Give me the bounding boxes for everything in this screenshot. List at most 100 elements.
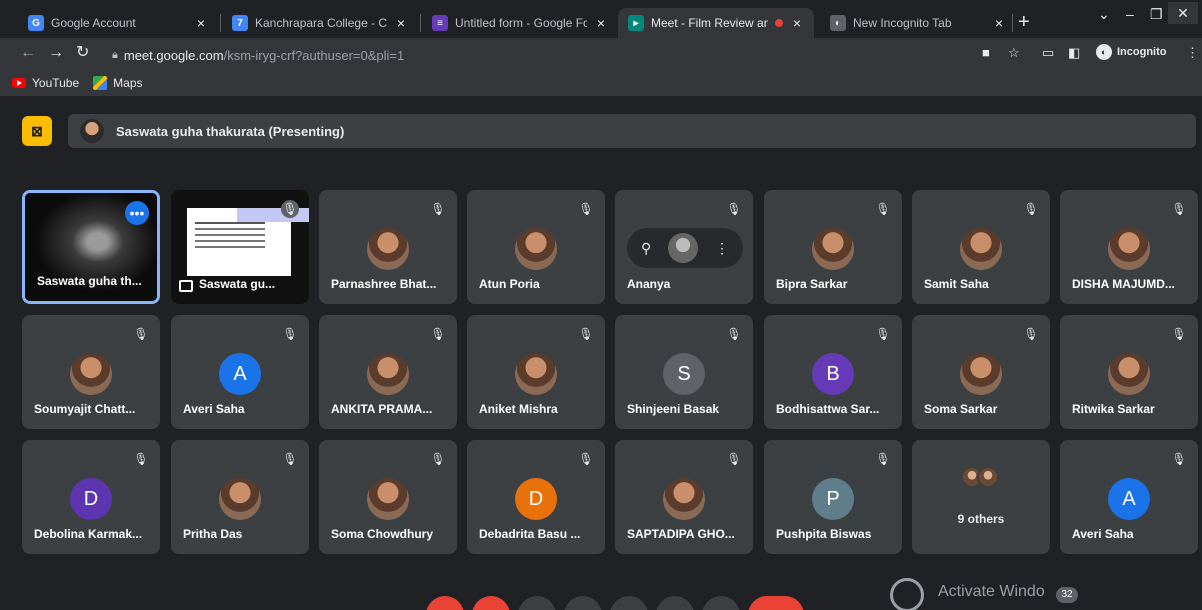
stop-presenting-icon[interactable]: ⊠ <box>22 116 52 146</box>
close-icon[interactable]: × <box>594 15 608 31</box>
forward-icon[interactable]: → <box>48 44 64 62</box>
more-options-icon[interactable]: ••• <box>125 201 149 225</box>
participant-name: Averi Saha <box>1072 527 1134 541</box>
participant-tile[interactable]: 🎙︎ ⚲ ⋮ Ananya <box>615 190 753 304</box>
participant-name: Soma Chowdhury <box>331 527 434 541</box>
key-icon <box>890 578 924 610</box>
close-icon[interactable]: × <box>194 15 208 31</box>
bookmark-star-icon[interactable]: ☆ <box>1008 45 1020 61</box>
close-icon[interactable]: × <box>394 15 408 31</box>
participant-tile[interactable]: 🎙︎ A Averi Saha <box>1060 440 1198 554</box>
mic-off-icon: 🎙︎ <box>1023 327 1039 341</box>
participant-name: Ritwika Sarkar <box>1072 402 1155 416</box>
mic-off-icon: 🎙︎ <box>726 327 742 341</box>
avatar-initial: S <box>663 353 705 395</box>
browser-toolbar: ← → ↻ 🔒︎ meet.google.com/ksm-iryg-crf?au… <box>0 38 1202 70</box>
participant-tile[interactable]: 🎙︎ Soumyajit Chatt... <box>22 315 160 429</box>
participant-tile[interactable]: 🎙︎ SAPTADIPA GHO... <box>615 440 753 554</box>
participant-tile[interactable]: 🎙︎ B Bodhisattwa Sar... <box>764 315 902 429</box>
avatar <box>367 228 409 270</box>
restore-icon[interactable]: ❐ <box>1150 6 1163 23</box>
menu-icon[interactable]: ⋮ <box>1186 45 1199 61</box>
back-icon[interactable]: ← <box>20 44 36 62</box>
forms-icon: ≡ <box>432 15 448 31</box>
mic-off-icon: 🎙︎ <box>430 452 446 466</box>
participant-tile[interactable]: 🎙︎ Bipra Sarkar <box>764 190 902 304</box>
camera-icon[interactable]: ■ <box>982 45 990 60</box>
participant-name: Bodhisattwa Sar... <box>776 402 880 416</box>
bookmark-youtube[interactable]: YouTube <box>12 76 79 90</box>
tab-meet[interactable]: ▸ Meet - Film Review and Ap × <box>618 8 814 38</box>
more-options-icon[interactable]: ⋮ <box>715 240 729 257</box>
participant-name: Soumyajit Chatt... <box>34 402 136 416</box>
participant-tile-screen-share[interactable]: 🎙︎ Saswata gu... <box>171 190 309 304</box>
mic-off-icon: 🎙︎ <box>1171 452 1187 466</box>
tab-calendar[interactable]: 7 Kanchrapara College - Calenda × <box>222 8 418 38</box>
maps-icon <box>93 76 108 90</box>
participant-tile[interactable]: 🎙︎ S Shinjeeni Basak <box>615 315 753 429</box>
participant-tile[interactable]: 🎙︎ Samit Saha <box>912 190 1050 304</box>
bookmark-maps[interactable]: Maps <box>93 76 143 90</box>
participant-count-badge[interactable]: 32 <box>1056 587 1078 603</box>
presenting-banner: Saswata guha thakurata (Presenting) <box>68 114 1196 148</box>
others-label: 9 others <box>957 512 1005 526</box>
participant-tile[interactable]: 🎙︎ DISHA MAJUMD... <box>1060 190 1198 304</box>
avatar <box>515 228 557 270</box>
tab-search-icon[interactable]: ⌄ <box>1098 6 1110 23</box>
participant-tile[interactable]: 🎙︎ Parnashree Bhat... <box>319 190 457 304</box>
participant-tile[interactable]: 🎙︎ Pritha Das <box>171 440 309 554</box>
tab-new-incognito[interactable]: ◐ New Incognito Tab × <box>820 8 1016 38</box>
present-button[interactable] <box>610 596 648 610</box>
participant-tile[interactable]: 🎙︎ D Debolina Karmak... <box>22 440 160 554</box>
more-options-button[interactable] <box>702 596 740 610</box>
participant-tile-others[interactable]: 9 others <box>912 440 1050 554</box>
participant-tile[interactable]: 🎙︎ A Averi Saha <box>171 315 309 429</box>
captions-button[interactable] <box>518 596 556 610</box>
incognito-indicator[interactable]: ◐ Incognito <box>1096 44 1167 60</box>
camera-toggle-button[interactable] <box>472 596 510 610</box>
close-icon[interactable]: × <box>992 15 1006 31</box>
participant-name: DISHA MAJUMD... <box>1072 277 1175 291</box>
avatar <box>70 353 112 395</box>
avatar-initial: D <box>515 478 557 520</box>
incognito-label: Incognito <box>1117 46 1167 58</box>
tab-title: Meet - Film Review and Ap <box>651 16 768 30</box>
avatar <box>219 478 261 520</box>
reload-icon[interactable]: ↻ <box>76 44 89 62</box>
cast-icon[interactable]: ▭ <box>1042 45 1054 61</box>
participant-tile[interactable]: 🎙︎ Ritwika Sarkar <box>1060 315 1198 429</box>
recording-icon <box>775 19 783 27</box>
new-tab-button[interactable]: + <box>1018 12 1030 32</box>
participant-tile[interactable]: 🎙︎ ANKITA PRAMA... <box>319 315 457 429</box>
raise-hand-button[interactable] <box>656 596 694 610</box>
participant-tile[interactable]: 🎙︎ Aniket Mishra <box>467 315 605 429</box>
participant-tile-self[interactable]: ••• Saswata guha th... <box>22 190 160 304</box>
close-icon[interactable]: × <box>790 15 804 31</box>
leave-call-button[interactable] <box>748 596 804 610</box>
participant-name: Saswata guha th... <box>37 274 142 288</box>
participant-tile[interactable]: 🎙︎ Atun Poria <box>467 190 605 304</box>
avatar <box>1108 353 1150 395</box>
participant-tile[interactable]: 🎙︎ Soma Sarkar <box>912 315 1050 429</box>
mic-toggle-button[interactable] <box>426 596 464 610</box>
reactions-button[interactable] <box>564 596 602 610</box>
participant-name: ANKITA PRAMA... <box>331 402 433 416</box>
participant-name: Debadrita Basu ... <box>479 527 581 541</box>
incognito-icon: ◐ <box>830 15 846 31</box>
participant-name: Soma Sarkar <box>924 402 998 416</box>
avatar <box>960 228 1002 270</box>
participant-name: Aniket Mishra <box>479 402 558 416</box>
mic-off-icon: 🎙︎ <box>282 452 298 466</box>
tab-google-account[interactable]: G Google Account × <box>18 8 218 38</box>
address-bar[interactable]: 🔒︎ meet.google.com/ksm-iryg-crf?authuser… <box>106 42 1116 68</box>
participant-tile[interactable]: 🎙︎ Soma Chowdhury <box>319 440 457 554</box>
minimize-icon[interactable]: – <box>1126 6 1134 22</box>
tab-google-forms[interactable]: ≡ Untitled form - Google Forms × <box>422 8 618 38</box>
lock-icon: 🔒︎ <box>112 48 118 61</box>
pin-icon[interactable]: ⚲ <box>641 240 651 257</box>
participant-tile[interactable]: 🎙︎ P Pushpita Biswas <box>764 440 902 554</box>
participant-tile[interactable]: 🎙︎ D Debadrita Basu ... <box>467 440 605 554</box>
side-panel-icon[interactable]: ◧ <box>1068 45 1080 61</box>
avatar-initial: A <box>1108 478 1150 520</box>
window-close-icon[interactable]: ✕ <box>1168 2 1198 24</box>
